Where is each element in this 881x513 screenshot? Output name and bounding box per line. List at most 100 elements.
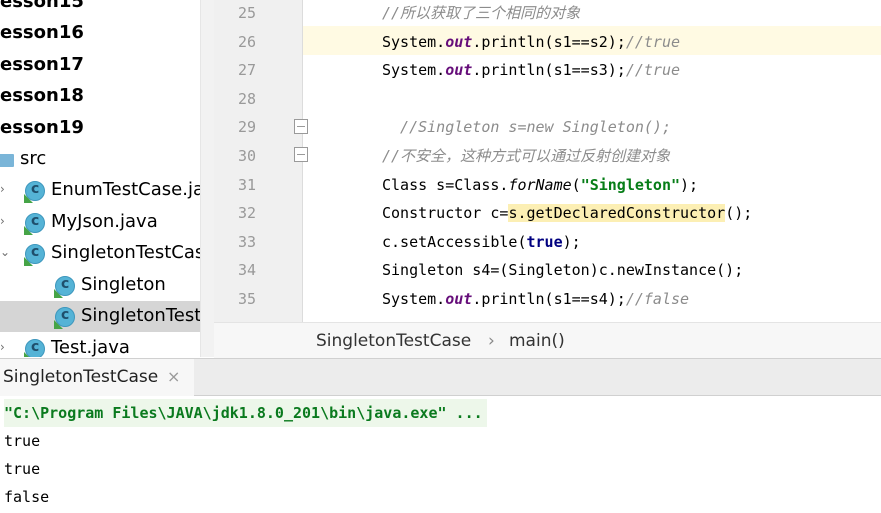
tree-item[interactable]: › EnumTestCase.java [0,175,214,206]
run-tab-bar: SingletonTestCase × [0,358,881,396]
tree-item[interactable]: src [0,144,214,175]
line-number: 30 [237,147,256,165]
console-output-line: true [4,432,41,450]
code-token: //true [625,61,681,79]
code-token: out [445,290,473,308]
code-line[interactable]: c.setAccessible(true); [382,228,581,256]
chevron-right-icon[interactable]: › [0,340,5,354]
code-line[interactable]: Class s=Class.forName("Singleton"); [382,171,698,199]
code-token: true [526,233,563,251]
class-icon [24,181,45,203]
tree-scrollbar[interactable] [200,0,214,357]
class-icon [24,339,45,357]
code-token: //false [625,290,690,308]
breadcrumb-method[interactable]: main() [509,331,565,351]
code-token: (); [725,204,753,222]
chevron-down-icon[interactable]: ⌄ [0,245,10,259]
chevron-right-icon[interactable]: › [0,214,5,228]
tree-item[interactable]: Singleton [0,270,214,301]
tree-item[interactable]: › Test.java [0,333,214,357]
line-number: 31 [237,176,256,194]
code-token: forName [508,176,572,194]
line-number: 35 [237,290,256,308]
tree-item-label: Test.java [51,337,130,357]
code-line[interactable]: System.out.println(s1==s3);//true [382,56,680,84]
code-line[interactable]: //所以获取了三个相同的对象 [382,0,580,27]
run-tab[interactable]: SingletonTestCase × [0,359,194,396]
line-number: 28 [237,90,256,108]
code-line[interactable]: Constructor c=s.getDeclaredConstructor()… [382,199,752,227]
tree-item-label: Singleton [81,274,166,295]
console-command-line: "C:\Program Files\JAVA\jdk1.8.0_201\bin\… [4,399,487,427]
code-token: .println(s1==s2); [472,33,626,51]
run-tab-label: SingletonTestCase [3,367,159,387]
console-output-line: false [4,488,50,506]
tree-item[interactable]: esson15 [0,0,209,18]
fold-marker-icon[interactable] [294,119,308,134]
line-number: 27 [237,61,256,79]
line-number: 25 [237,4,256,22]
line-number: 29 [237,118,256,136]
code-token: s.getDeclaredConstructor [508,204,726,222]
code-token: System. [382,61,446,79]
fold-marker-icon[interactable] [294,147,308,162]
code-token: System. [382,290,446,308]
code-line[interactable]: //Singleton s=new Singleton(); [382,113,671,141]
code-token: out [445,33,473,51]
breadcrumb: SingletonTestCase › main() [214,322,881,358]
project-tree: esson15 esson16 esson17 esson18 esson19 src › E… [0,0,214,357]
code-token: //Singleton s=new Singleton(); [382,118,671,136]
tree-item-label: EnumTestCase.java [51,179,214,200]
code-token: "Singleton" [580,176,681,194]
tree-item[interactable]: SingletonTestCase [0,301,214,332]
code-token: //所以获取了三个相同的对象 [382,4,581,22]
console-output-line: true [4,460,41,478]
tree-item[interactable]: › MyJson.java [0,207,214,238]
breadcrumb-class[interactable]: SingletonTestCase [316,331,471,351]
code-token: .println(s1==s3); [472,61,626,79]
class-icon [54,276,75,298]
tree-item[interactable]: esson17 [0,50,209,81]
code-line[interactable]: System.out.println(s1==s4);//false [382,285,689,313]
code-token: Singleton s4=(Singleton)c.newInstance(); [382,261,744,279]
code-line[interactable]: System.out.println(s1==s2);//true [382,28,680,56]
tree-item[interactable]: esson16 [0,18,209,49]
class-icon [24,244,45,266]
code-token: ( [571,176,581,194]
tree-item-label: MyJson.java [51,211,158,232]
code-token: //不安全，这种方式可以通过反射创建对象 [382,147,671,165]
tree-item[interactable]: esson19 [0,113,209,144]
tree-item-label: esson15 [0,0,84,12]
run-console[interactable]: "C:\Program Files\JAVA\jdk1.8.0_201\bin\… [0,396,881,513]
code-token: Constructor c= [382,204,509,222]
chevron-right-icon[interactable]: › [0,182,5,196]
code-line[interactable]: Singleton s4=(Singleton)c.newInstance(); [382,256,743,284]
tree-item[interactable]: esson18 [0,81,209,112]
tree-item-label: esson17 [0,54,84,75]
tree-item[interactable]: ⌄ SingletonTestCase.java [0,238,214,269]
line-number: 33 [237,233,256,251]
breadcrumb-separator-icon: › [488,331,495,351]
code-token: Class s=Class. [382,176,509,194]
code-token: out [445,61,473,79]
code-token: c.setAccessible( [382,233,527,251]
folder-icon [0,154,14,167]
code-line[interactable]: //不安全，这种方式可以通过反射创建对象 [382,142,670,170]
code-token: ); [562,233,581,251]
code-editor[interactable]: 25 26 27 28 29 30 31 32 33 34 35 //所以获取了三个相同的对象 Sys… [214,0,881,322]
close-icon[interactable]: × [167,367,180,386]
line-number: 26 [237,33,256,51]
tree-item-label: SingletonTestCase [81,305,214,326]
tree-item-label: esson19 [0,117,84,138]
code-token: //true [625,33,681,51]
tree-item-label: src [20,148,47,169]
code-token: ); [680,176,699,194]
line-number: 34 [237,261,256,279]
class-icon [54,307,75,329]
code-token: .println(s1==s4); [472,290,626,308]
code-token: System. [382,33,446,51]
tree-item-label: esson18 [0,85,84,106]
tree-item-label: esson16 [0,22,84,43]
tree-item-label: SingletonTestCase.java [51,242,214,263]
line-number: 32 [237,204,256,222]
